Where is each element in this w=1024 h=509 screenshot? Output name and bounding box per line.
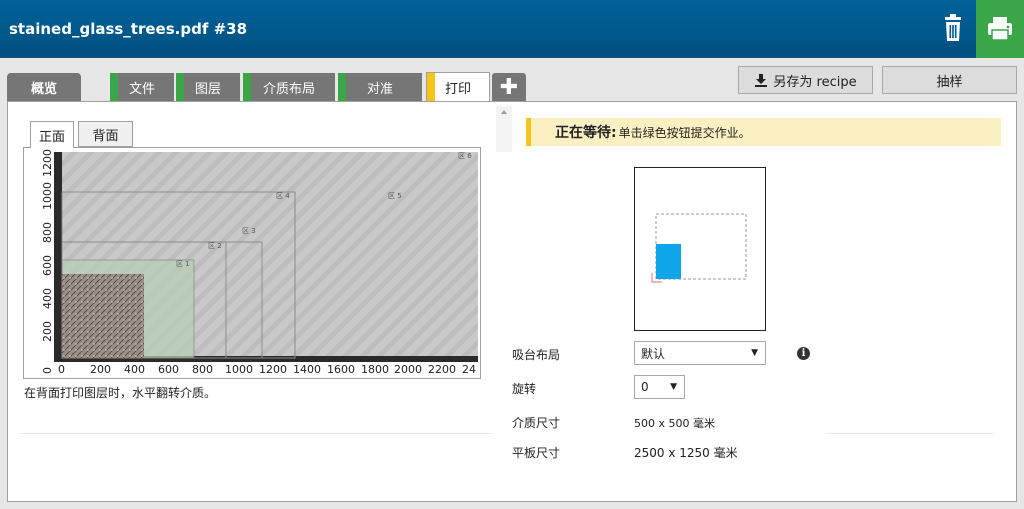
select-value: 0	[641, 380, 649, 394]
x-tick-label: 24	[462, 363, 476, 376]
y-tick-label: 200	[41, 321, 54, 342]
status-message: 单击绿色按钮提交作业。	[618, 125, 751, 140]
zone-label: 区 2	[208, 242, 222, 250]
printer-icon	[988, 17, 1012, 41]
zone-label: 区 5	[388, 192, 402, 200]
tab-front-side[interactable]: 正面	[30, 121, 74, 148]
status-stripe	[110, 73, 118, 101]
x-tick-label: 1400	[293, 363, 321, 376]
sheet-preview	[634, 167, 766, 331]
flatbed-preview: 区 1 区 2 区 3 区 4 区 5 区 6 0 200 400 600 80…	[23, 147, 481, 379]
dropdown-arrow-icon: ▼	[751, 348, 758, 358]
y-tick-label: 1200	[41, 149, 54, 177]
x-tick-label: 0	[58, 363, 65, 376]
y-tick-label: 0	[41, 367, 54, 374]
flatbed-size-label: 平板尺寸	[512, 446, 561, 460]
app-header: stained_glass_trees.pdf #38	[0, 0, 1024, 58]
button-label: 另存为 recipe	[773, 74, 857, 90]
y-tick-label: 1000	[41, 182, 54, 210]
save-as-recipe-button[interactable]: 另存为 recipe	[738, 66, 873, 94]
media-artwork	[62, 274, 144, 358]
scrollbar[interactable]	[496, 106, 512, 152]
info-icon[interactable]: i	[797, 347, 810, 360]
tab-label: 介质布局	[262, 81, 315, 97]
zone-label: 区 3	[242, 227, 256, 235]
job-title: stained_glass_trees.pdf #38	[9, 20, 248, 38]
x-tick-label: 2200	[428, 363, 456, 376]
table-layout-select[interactable]: 默认 ▼	[634, 341, 766, 365]
download-icon	[755, 74, 768, 87]
status-title: 正在等待:	[555, 125, 617, 141]
print-button[interactable]	[976, 0, 1024, 58]
zone-label: 区 4	[276, 192, 290, 200]
status-stripe	[176, 73, 184, 101]
y-tick-label: 600	[41, 255, 54, 276]
x-tick-label: 1000	[225, 363, 253, 376]
rotation-select[interactable]: 0 ▼	[634, 375, 685, 399]
tab-alignment[interactable]: 对准	[338, 73, 422, 101]
status-stripe	[243, 73, 251, 101]
tab-layers[interactable]: 图层	[176, 73, 240, 101]
x-tick-label: 2000	[394, 363, 422, 376]
x-tick-label: 200	[90, 363, 111, 376]
tab-media-layout[interactable]: 介质布局	[243, 73, 335, 101]
y-tick-label: 800	[41, 222, 54, 243]
zone-label: 区 6	[458, 152, 472, 160]
sample-button[interactable]: 抽样	[882, 66, 1017, 94]
scroll-up-arrow-icon	[501, 110, 507, 114]
tab-label: 打印	[444, 82, 471, 97]
tab-label: 正面	[38, 129, 65, 145]
dropdown-arrow-icon: ▼	[670, 382, 677, 392]
add-tab-button[interactable]: ✚	[492, 73, 526, 101]
divider	[20, 433, 492, 434]
vertical-ruler	[54, 152, 62, 362]
x-tick-label: 1600	[327, 363, 355, 376]
tab-print[interactable]: 打印	[426, 72, 490, 102]
tab-label: 文件	[128, 81, 155, 97]
table-layout-label: 吸台布局	[512, 348, 561, 362]
trash-icon[interactable]	[938, 13, 968, 43]
tab-file[interactable]: 文件	[110, 73, 174, 101]
flatbed-size-value: 2500 x 1250 毫米	[634, 446, 738, 460]
plus-icon: ✚	[499, 74, 519, 100]
media-size-label: 介质尺寸	[512, 416, 561, 430]
select-value: 默认	[641, 346, 666, 361]
tab-back-side[interactable]: 背面	[78, 121, 133, 147]
tab-overview[interactable]: 概览	[7, 73, 81, 101]
tab-label: 背面	[92, 128, 119, 144]
x-tick-label: 1800	[361, 363, 389, 376]
button-label: 抽样	[936, 74, 963, 90]
flip-media-note: 在背面打印图层时，水平翻转介质。	[24, 386, 217, 400]
y-tick-label: 400	[41, 288, 54, 309]
media-size-value: 500 x 500 毫米	[634, 417, 715, 430]
status-stripe	[338, 73, 346, 101]
x-tick-label: 1200	[259, 363, 287, 376]
x-tick-label: 600	[158, 363, 179, 376]
tab-label: 对准	[366, 81, 393, 97]
rotation-label: 旋转	[512, 382, 537, 396]
x-tick-label: 800	[192, 363, 213, 376]
zone-label: 区 1	[176, 260, 190, 268]
status-stripe	[427, 73, 435, 102]
status-banner: 正在等待: 单击绿色按钮提交作业。	[526, 118, 1001, 146]
media-placement	[656, 244, 681, 279]
x-tick-label: 400	[124, 363, 145, 376]
tab-label: 概览	[30, 81, 57, 97]
divider	[826, 433, 994, 434]
tab-label: 图层	[194, 81, 221, 97]
